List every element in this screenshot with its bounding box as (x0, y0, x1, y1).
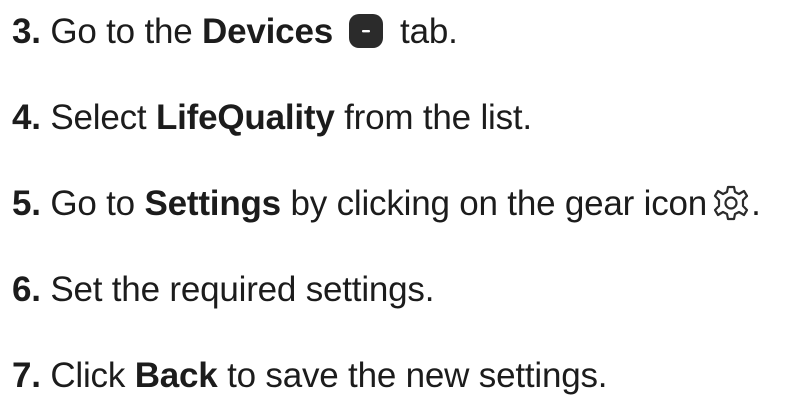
step-text: Go to the (50, 12, 193, 51)
step-bold-term: Devices (202, 12, 333, 51)
step-5: 5. Go to Settings by clicking on the gea… (12, 182, 761, 226)
step-text: . (751, 184, 761, 223)
step-6: 6. Set the required settings. (12, 268, 434, 312)
step-bold-term: Back (134, 356, 218, 395)
step-bold-term: LifeQuality (155, 98, 335, 137)
step-number: 3. (12, 12, 41, 51)
step-text: to save the new settings. (227, 356, 608, 395)
step-7: 7. Click Back to save the new settings. (12, 354, 608, 398)
step-text: tab. (400, 12, 458, 51)
step-4: 4. Select LifeQuality from the list. (12, 96, 532, 140)
gear-icon (711, 183, 751, 223)
step-number: 6. (12, 270, 41, 309)
step-number: 7. (12, 356, 41, 395)
step-text: from the list. (344, 98, 532, 137)
step-text: Click (50, 356, 126, 395)
step-number: 5. (12, 184, 41, 223)
step-text: Select (50, 98, 147, 137)
step-text: Set the required settings. (50, 270, 435, 309)
step-bold-term: Settings (144, 184, 281, 223)
step-text: Go to (50, 184, 135, 223)
step-3: 3. Go to the Devices tab. (12, 10, 458, 54)
step-text: by clicking on the gear icon (290, 184, 708, 223)
step-number: 4. (12, 98, 41, 137)
devices-tab-icon (347, 12, 385, 50)
instruction-steps: 3. Go to the Devices tab. 4. Select Life… (0, 0, 785, 396)
